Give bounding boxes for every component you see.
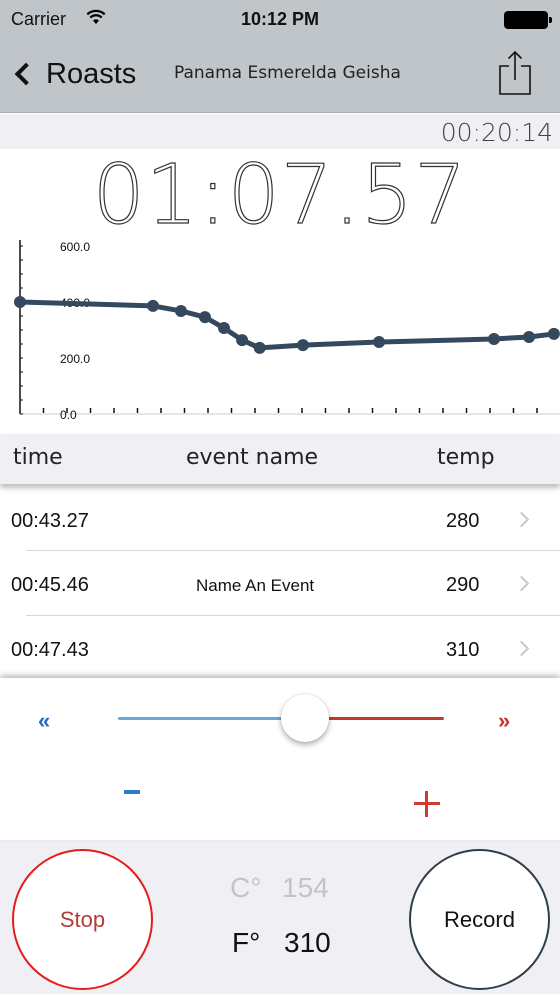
slider-thumb[interactable]	[281, 694, 329, 742]
chevron-right-icon	[513, 575, 530, 592]
chevron-right-icon	[513, 511, 530, 528]
slider-track-min[interactable]	[118, 717, 308, 720]
data-point	[217, 322, 230, 335]
share-icon	[499, 50, 531, 95]
celsius-value: 154	[282, 872, 329, 903]
row-temp: 280	[446, 510, 480, 532]
data-point	[14, 296, 26, 308]
total-time-bar: 00:20:14	[0, 114, 560, 149]
navigation-bar: Carrier 10:12 PM Roasts Panama Esmerelda…	[0, 0, 560, 113]
data-point	[373, 336, 386, 349]
data-point	[547, 327, 560, 340]
celsius-unit: C°	[230, 872, 262, 903]
row-temp: 290	[446, 574, 480, 596]
battery-icon	[504, 11, 552, 29]
table-row[interactable]: 00:43.27 280	[0, 488, 560, 553]
y-tick-label: 200.0	[60, 352, 90, 366]
chevron-left-icon	[14, 62, 38, 86]
chevron-right-icon	[513, 640, 530, 657]
table-row[interactable]: 00:45.46 Name An Event 290	[0, 552, 560, 617]
series-line	[19, 299, 555, 351]
row-event-name: Name An Event	[196, 576, 315, 595]
fahrenheit-unit: F°	[232, 927, 261, 958]
fahrenheit-value: 310	[284, 927, 331, 958]
header-event-name: event name	[186, 445, 319, 470]
y-tick-label: 0.0	[60, 408, 77, 422]
back-button[interactable]: Roasts	[12, 54, 136, 94]
row-time: 00:47.43	[11, 639, 89, 661]
record-button[interactable]: Record	[409, 849, 550, 990]
event-timer-value: 01:07.57	[92, 147, 468, 243]
header-temp: temp	[437, 445, 495, 470]
row-divider	[26, 550, 560, 551]
celsius-readout: C° 154	[230, 872, 329, 904]
row-time: 00:45.46	[11, 574, 89, 596]
data-point	[487, 332, 500, 345]
y-tick-label: 600.0	[60, 240, 90, 254]
data-point	[147, 299, 160, 312]
back-label: Roasts	[46, 57, 137, 90]
increment-button[interactable]	[414, 791, 440, 817]
data-point	[236, 334, 249, 347]
data-point	[296, 339, 309, 352]
data-point	[198, 311, 211, 324]
page-title: Panama Esmerelda Geisha	[174, 63, 401, 83]
bottom-panel: Stop C° 154 F° 310 Record	[0, 840, 560, 994]
total-roast-time: 00:20:14	[440, 118, 553, 147]
share-button[interactable]	[498, 50, 532, 96]
temperature-chart: 0.0200.0400.0600.0	[14, 240, 560, 422]
rewind-button[interactable]: «	[38, 708, 50, 734]
row-time: 00:43.27	[11, 510, 89, 532]
header-time: time	[13, 445, 63, 470]
temperature-controls: « »	[0, 678, 560, 840]
status-time: 10:12 PM	[240, 9, 320, 29]
event-timer: 01:07.57	[0, 147, 560, 243]
fahrenheit-readout: F° 310	[232, 927, 331, 959]
table-header: time event name temp	[0, 434, 560, 484]
table-row[interactable]: 00:47.43 310	[0, 617, 560, 682]
data-point	[523, 331, 536, 343]
stop-button[interactable]: Stop	[12, 849, 153, 990]
status-bar: Carrier 10:12 PM	[0, 6, 560, 34]
data-point	[253, 341, 266, 354]
row-temp: 310	[446, 639, 480, 661]
row-divider	[26, 615, 560, 616]
data-point	[174, 304, 187, 317]
fast-forward-button[interactable]: »	[498, 708, 510, 734]
decrement-button[interactable]	[124, 790, 140, 794]
